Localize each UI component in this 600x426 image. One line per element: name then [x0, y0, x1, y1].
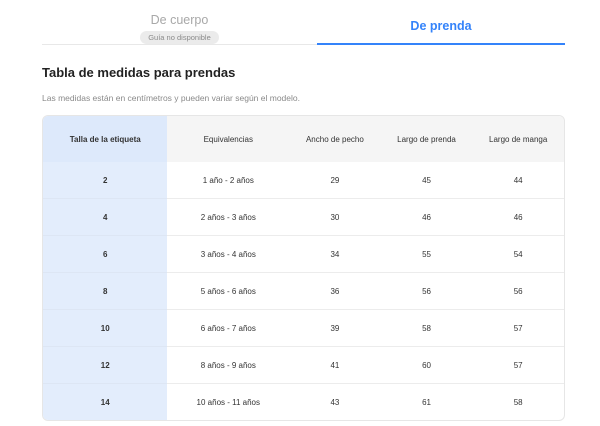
- cell-sleeve-length: 46: [472, 198, 564, 235]
- cell-sleeve-length: 57: [472, 346, 564, 383]
- tab-garment[interactable]: De prenda: [317, 0, 565, 46]
- cell-garment-length: 46: [380, 198, 473, 235]
- cell-size: 12: [43, 346, 168, 383]
- cell-garment-length: 55: [380, 235, 473, 272]
- header-size-label: Talla de la etiqueta: [43, 116, 168, 162]
- cell-chest-width: 29: [330, 175, 340, 185]
- cell-equivalence: 8 años - 9 años: [167, 346, 290, 383]
- cell-garment-length: 58: [380, 309, 473, 346]
- cell-chest-width: 43: [289, 383, 381, 420]
- cell-sleeve-length: 54: [472, 235, 564, 272]
- cell-chest-width: 30: [289, 198, 381, 235]
- active-tab-indicator: [317, 43, 565, 45]
- section-title: Tabla de medidas para prendas: [42, 65, 236, 80]
- header-chest-width: Ancho de pecho: [289, 116, 381, 162]
- table-header-row: Talla de la etiqueta Equivalencias Ancho…: [43, 116, 564, 162]
- table-row: 10 6 años - 7 años 39 58 57: [43, 309, 564, 346]
- size-guide-tabs: De cuerpo Guía no disponible De prenda: [42, 0, 565, 46]
- table-row: 8 5 años - 6 años 36 56 56: [43, 272, 564, 309]
- unavailable-badge: Guía no disponible: [140, 31, 219, 44]
- cell-equivalence: 5 años - 6 años: [167, 272, 290, 309]
- cell-chest-width: 36: [289, 272, 381, 309]
- cell-garment-length: 45: [422, 175, 431, 185]
- cell-sleeve-length: 58: [472, 383, 564, 420]
- cell-chest-width: 39: [289, 309, 381, 346]
- section-subtitle: Las medidas están en centímetros y puede…: [42, 93, 300, 103]
- tab-body[interactable]: De cuerpo Guía no disponible: [42, 0, 317, 46]
- cell-chest-width: 41: [289, 346, 381, 383]
- header-garment-length: Largo de prenda: [380, 116, 473, 162]
- table-row: 4 2 años - 3 años 30 46 46: [43, 198, 564, 235]
- cell-size: 14: [43, 383, 168, 420]
- cell-equivalence: 2 años - 3 años: [167, 198, 290, 235]
- cell-sleeve-length: 56: [472, 272, 564, 309]
- cell-equivalence: 1 año - 2 años: [202, 175, 254, 185]
- table-row: 14 10 años - 11 años 43 61 58: [43, 383, 564, 420]
- cell-sleeve-length: 57: [472, 309, 564, 346]
- cell-size: 8: [43, 272, 168, 309]
- header-equivalences: Equivalencias: [167, 116, 290, 162]
- header-sleeve-length: Largo de manga: [472, 116, 564, 162]
- cell-equivalence: 10 años - 11 años: [167, 383, 290, 420]
- tab-body-label: De cuerpo: [150, 13, 209, 27]
- cell-garment-length: 56: [380, 272, 473, 309]
- cell-size: 2: [43, 162, 168, 198]
- cell-equivalence: 3 años - 4 años: [167, 235, 290, 272]
- cell-garment-length: 60: [380, 346, 473, 383]
- cell-size: 4: [43, 198, 168, 235]
- cell-sleeve-length: 44: [513, 175, 523, 185]
- table-row: 6 3 años - 4 años 34 55 54: [43, 235, 564, 272]
- cell-size: 10: [43, 309, 168, 346]
- cell-chest-width: 34: [289, 235, 381, 272]
- cell-garment-length: 61: [380, 383, 473, 420]
- cell-equivalence: 6 años - 7 años: [167, 309, 290, 346]
- size-table: Talla de la etiqueta Equivalencias Ancho…: [42, 115, 565, 421]
- cell-size: 6: [43, 235, 168, 272]
- tab-garment-label: De prenda: [410, 19, 472, 33]
- table-row: 2 1 año - 2 años 29 45 44: [43, 162, 564, 198]
- table-row: 12 8 años - 9 años 41 60 57: [43, 346, 564, 383]
